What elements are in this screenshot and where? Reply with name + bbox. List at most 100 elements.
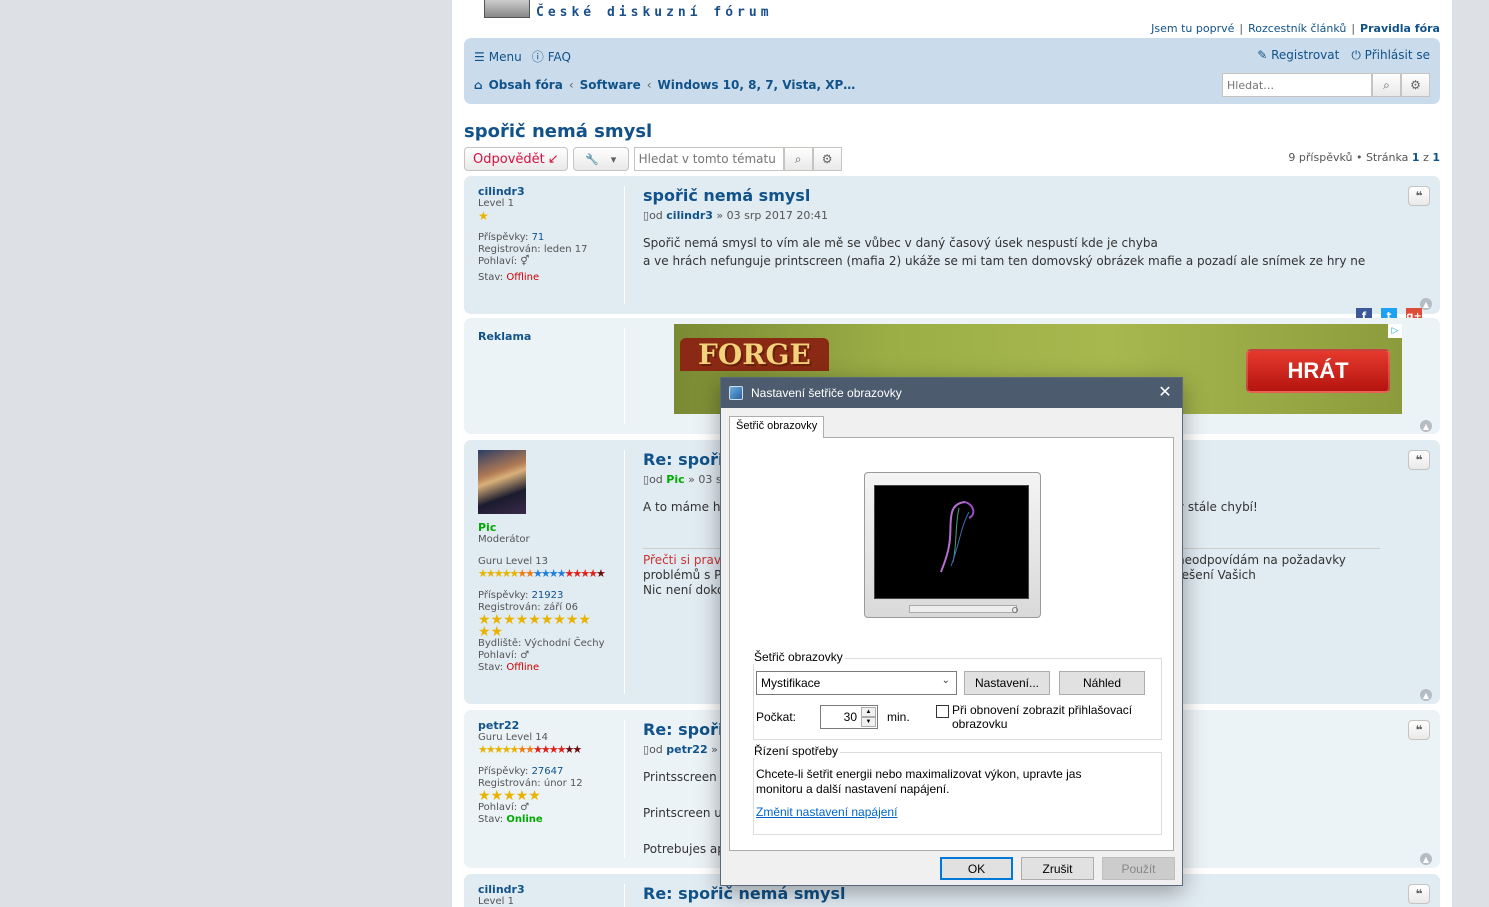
post-profile: petr22 Guru Level 14 ★★★★★★★★★★★★★ Přísp… (478, 720, 626, 826)
checkbox-label[interactable]: Při obnovení zobrazit přihlašovací obraz… (952, 703, 1152, 731)
post-content: Spořič nemá smysl to vím ale mě se vůbec… (643, 236, 1366, 268)
menu-button[interactable]: ☰ Menu (474, 50, 522, 64)
search-icon: ⌕ (794, 151, 802, 166)
rank-bar: ★★★★★★★★★★★★★ (478, 743, 582, 756)
wrench-icon: 🔧 (585, 152, 599, 166)
topic-advanced-search-button[interactable]: ⚙ (812, 147, 842, 171)
male-icon: ♂ (520, 802, 530, 813)
male-icon: ♂ (520, 650, 530, 661)
pencil-icon: ✎ (1257, 48, 1268, 62)
power-text: Chcete-li šetřit energii nebo maximalizo… (756, 767, 1082, 796)
award-stars: ★★★★★ (478, 788, 541, 804)
post-profile: cilindr3 Level 1 ★ Příspěvky: 71 Registr… (478, 186, 626, 284)
reply-arrow-icon: ↙ (547, 151, 559, 167)
quote-button[interactable]: ❝ (1408, 720, 1430, 740)
search-icon: ⌕ (1383, 77, 1390, 92)
ok-button[interactable]: OK (940, 857, 1013, 880)
screensaver-select[interactable]: Mystifikace ⌄ (756, 671, 957, 695)
crumb-index[interactable]: Obsah fóra (489, 78, 563, 92)
topic-search-input[interactable] (633, 147, 784, 171)
home-icon: ⌂ (474, 78, 483, 92)
login-on-resume-checkbox[interactable] (936, 705, 949, 718)
power-group: Řízení spotřeby Chcete-li šetřit energii… (752, 744, 1162, 835)
monitor-preview (864, 472, 1041, 618)
post-body: spořič nemá smysl ▯od cilindr3 » 03 srp … (643, 186, 1380, 270)
username[interactable]: cilindr3 (478, 186, 626, 198)
preview-button[interactable]: Náhled (1059, 671, 1145, 695)
topic-search: ⌕ ⚙ (633, 147, 842, 171)
gear-icon: ⚙ (1410, 78, 1421, 92)
crumb-software[interactable]: Software (580, 78, 641, 92)
topic-search-button[interactable]: ⌕ (783, 147, 813, 171)
link-first-time[interactable]: Jsem tu poprvé (1151, 22, 1234, 35)
power-icon: ⏻ (1351, 48, 1361, 62)
site-search: ⌕ ⚙ (1222, 73, 1430, 97)
help-icon: ⓘ (531, 50, 544, 64)
back-to-top-icon[interactable]: ▲ (1420, 853, 1432, 865)
ad-play-button[interactable]: HRÁT (1246, 349, 1390, 393)
spin-down-icon[interactable]: ▼ (861, 717, 876, 727)
ad-label: Reklama (478, 330, 532, 343)
apply-button[interactable]: Použít (1102, 857, 1175, 880)
back-to-top-icon[interactable]: ▲ (1420, 298, 1432, 310)
ad-brand: FORGE (680, 338, 829, 371)
tab-panel: Šetřič obrazovky Mystifikace ⌄ Nastavení… (729, 437, 1174, 851)
back-to-top-icon[interactable]: ▲ (1420, 689, 1432, 701)
post-author: ▯od cilindr3 » 03 srp 2017 20:41 (643, 209, 829, 222)
gender-icon: ⚥ (520, 256, 530, 267)
login-link[interactable]: ⏻ Přihlásit se (1351, 48, 1430, 63)
spin-up-icon[interactable]: ▲ (861, 707, 876, 717)
register-link[interactable]: ✎ Registrovat (1257, 48, 1339, 63)
mystify-preview-icon (940, 501, 975, 573)
wait-label: Počkat: (756, 710, 797, 724)
rank-bar: ★★★★★★★★★★★★★★★★ (478, 567, 606, 580)
advanced-search-button[interactable]: ⚙ (1401, 73, 1430, 97)
adchoices-icon[interactable]: ▷ (1388, 324, 1402, 338)
top-links: Jsem tu poprvé | Rozcestník článků | Pravidl… (1151, 22, 1440, 35)
change-power-settings-link[interactable]: Změnit nastavení napájení (756, 805, 897, 819)
close-icon[interactable]: ✕ (1156, 383, 1174, 401)
link-forum-rules[interactable]: Pravidla fóra (1360, 22, 1440, 35)
preview-screen (874, 485, 1029, 599)
post-title[interactable]: spořič nemá smysl (643, 186, 1380, 205)
wait-stepper[interactable]: 30 ▲ ▼ (820, 705, 878, 729)
topic-tools-button[interactable]: 🔧 ▾ (572, 147, 629, 171)
screensaver-group: Šetřič obrazovky Mystifikace ⌄ Nastavení… (752, 650, 1162, 740)
post-title[interactable]: Re: spořič nemá smysl (643, 884, 1380, 903)
settings-button[interactable]: Nastavení... (964, 671, 1050, 695)
chevron-down-icon: ⌄ (941, 675, 950, 686)
topic-title[interactable]: spořič nemá smysl (464, 121, 652, 142)
username[interactable]: Pic (478, 522, 626, 534)
crumb-windows[interactable]: Windows 10, 8, 7, Vista, XP… (658, 78, 856, 92)
logo-pc-icon (484, 0, 530, 18)
back-to-top-icon[interactable]: ▲ (1420, 420, 1432, 432)
caret-down-icon: ▾ (610, 152, 617, 166)
action-bar: Odpovědět↙ 🔧▾ ⌕ ⚙ (464, 147, 842, 171)
post: cilindr3 Level 1 ★ Příspěvky: 71 Registr… (464, 176, 1440, 324)
screensaver-dialog: Nastavení šetřiče obrazovky ✕ Šetřič obr… (720, 377, 1183, 886)
hamburger-icon: ☰ (474, 49, 485, 64)
dialog-title: Nastavení šetřiče obrazovky (751, 386, 902, 400)
quote-button[interactable]: ❝ (1408, 186, 1430, 206)
faq-link[interactable]: ⓘ FAQ (532, 48, 571, 65)
post-profile: cilindr3 Level 1 (478, 884, 626, 907)
quote-button[interactable]: ❝ (1408, 450, 1430, 470)
username[interactable]: petr22 (478, 720, 626, 732)
username[interactable]: cilindr3 (478, 884, 626, 896)
breadcrumb: ⌂ Obsah fóra ‹ Software ‹ Windows 10, 8,… (474, 78, 856, 92)
cancel-button[interactable]: Zrušit (1021, 857, 1094, 880)
pagination: 9 příspěvků • Stránka 1 z 1 (1288, 151, 1440, 164)
post-profile: Pic Moderátor Guru Level 13 ★★★★★★★★★★★★… (478, 450, 626, 674)
tab-screensaver[interactable]: Šetřič obrazovky (729, 416, 825, 438)
dialog-titlebar[interactable]: Nastavení šetřiče obrazovky ✕ (721, 378, 1182, 408)
navbar: ☰ Menu ⓘ FAQ ✎ Registrovat ⏻ Přihlásit se … (464, 38, 1440, 104)
avatar (478, 450, 526, 514)
search-button[interactable]: ⌕ (1372, 73, 1401, 97)
site-logo[interactable]: České diskuzní fórum (484, 0, 784, 24)
quote-button[interactable]: ❝ (1408, 884, 1430, 904)
link-articles[interactable]: Rozcestník článků (1248, 22, 1346, 35)
site-search-input[interactable] (1222, 73, 1372, 97)
reply-button[interactable]: Odpovědět ↙ (464, 147, 568, 171)
award-stars: ★★★★★★★★★ ★★ (478, 612, 591, 640)
post-body: Re: spořič nemá smysl (643, 884, 1380, 903)
